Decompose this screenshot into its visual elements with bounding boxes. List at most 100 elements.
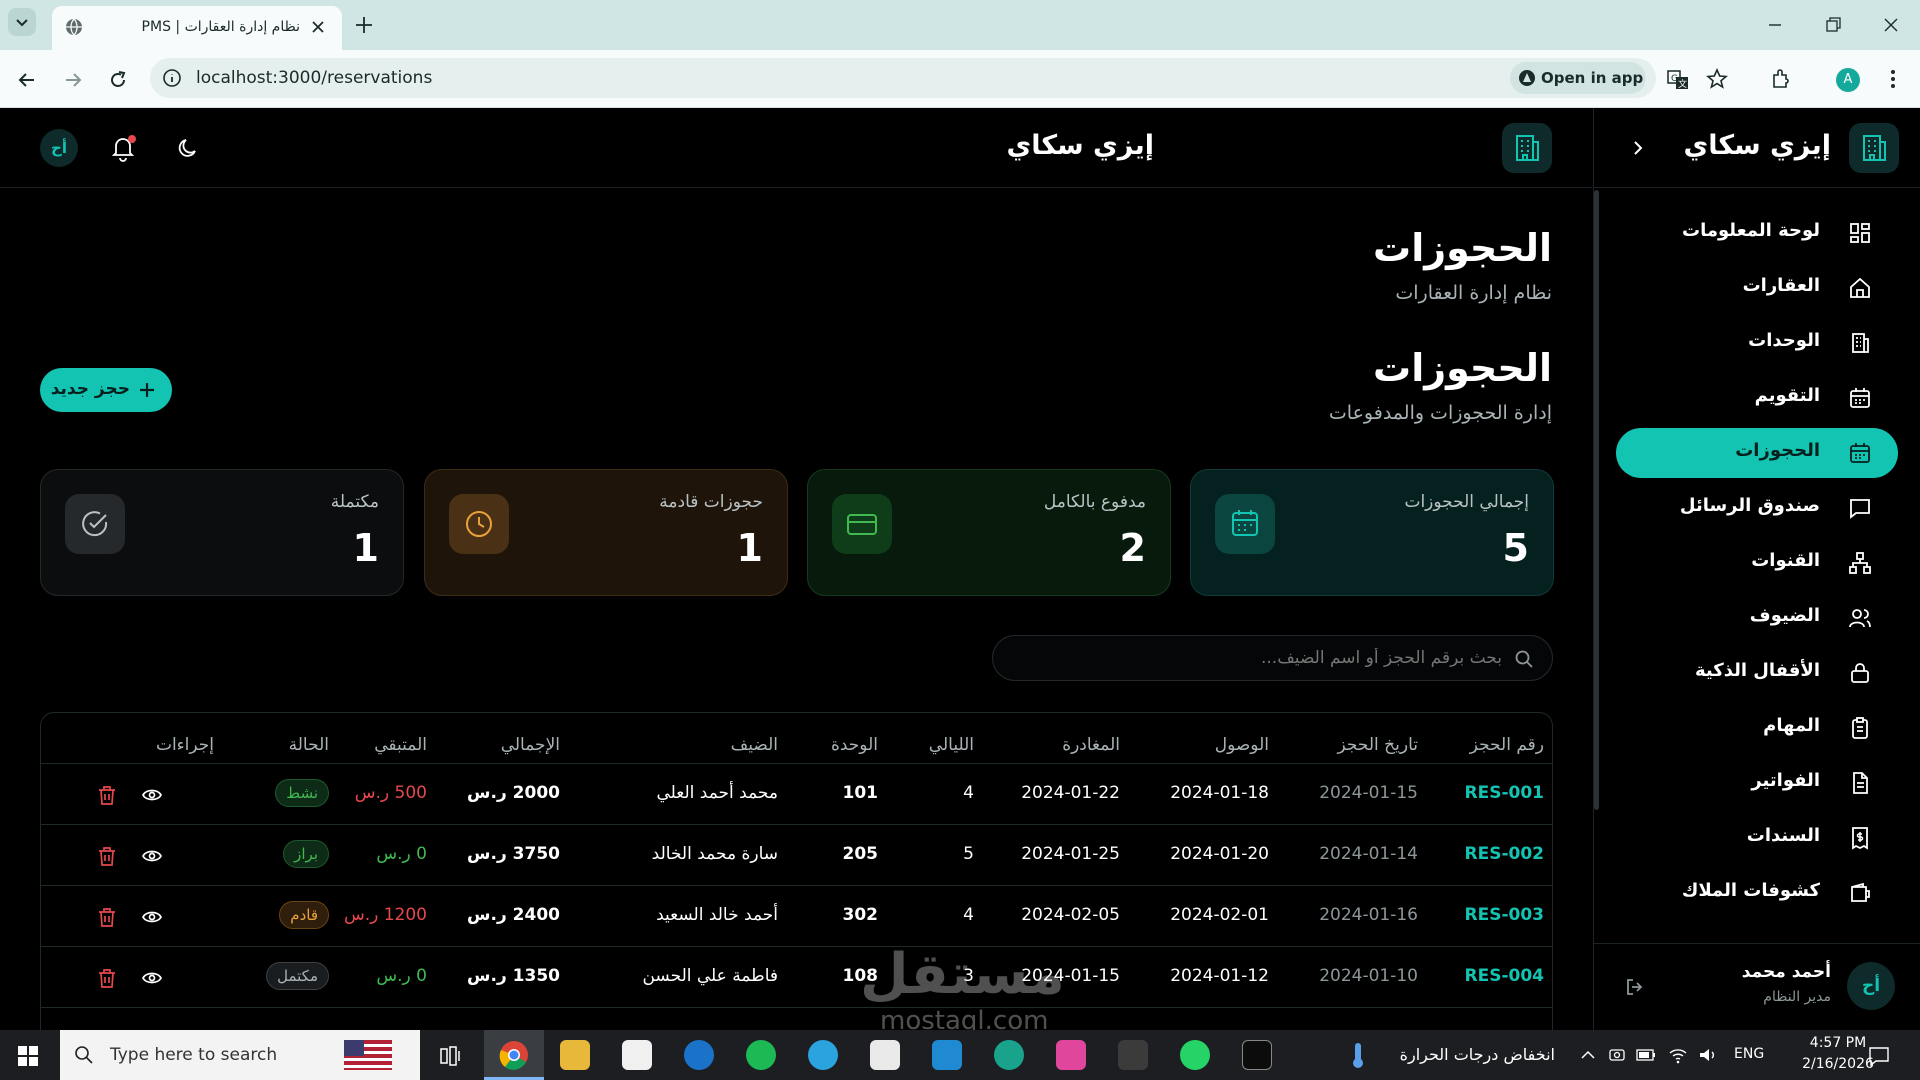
table-row[interactable]: RES-002 2024-01-14 2024-01-20 2024-01-25… <box>41 824 1552 885</box>
bell-icon[interactable] <box>110 134 136 162</box>
search-box[interactable] <box>992 635 1553 681</box>
translate-icon[interactable]: G文 <box>1666 68 1690 92</box>
sidebar-brand: إيزي سكاي <box>1683 130 1831 161</box>
sidebar-item-invoices[interactable]: الفواتير <box>1616 758 1898 808</box>
tab-search-button[interactable] <box>8 8 36 36</box>
reservation-id[interactable]: RES-004 <box>1465 966 1545 986</box>
sidebar-item-reservations[interactable]: الحجوزات <box>1616 428 1898 478</box>
active-tab[interactable]: نظام إدارة العقارات | PMS <box>52 6 342 50</box>
trash-icon[interactable] <box>96 906 118 928</box>
table-header: رقم الحجز تاريخ الحجز الوصول المغادرة ال… <box>41 713 1552 763</box>
sidebar-item-dashboard[interactable]: لوحة المعلومات <box>1616 208 1898 258</box>
search-icon <box>1515 650 1533 668</box>
cmd-icon[interactable] <box>1242 1040 1272 1070</box>
open-in-app-button[interactable]: Open in app <box>1510 62 1646 94</box>
sidebar-item-calendar[interactable]: التقويم <box>1616 373 1898 423</box>
chevron-up-icon[interactable] <box>1580 1048 1596 1062</box>
telegram-icon[interactable] <box>808 1040 838 1070</box>
reservation-id[interactable]: RES-001 <box>1465 783 1545 803</box>
booking-date: 2024-01-10 <box>1319 966 1418 986</box>
weather-text[interactable]: انخفاض درجات الحرارة <box>1385 1045 1555 1064</box>
user-avatar[interactable]: أح <box>40 129 78 167</box>
column-header: الوصول <box>1214 735 1269 755</box>
sidebar-item-properties[interactable]: العقارات <box>1616 263 1898 313</box>
dashboard-icon <box>1850 223 1870 243</box>
vscode-icon[interactable] <box>932 1040 962 1070</box>
stat-icon-box <box>65 494 125 554</box>
back-icon[interactable] <box>16 69 38 91</box>
extensions-icon[interactable] <box>1770 68 1792 90</box>
close-icon[interactable] <box>310 19 326 35</box>
logout-icon[interactable] <box>1624 976 1646 998</box>
store-icon[interactable] <box>622 1040 652 1070</box>
info-icon[interactable] <box>162 68 182 88</box>
moon-icon[interactable] <box>175 135 201 161</box>
language-indicator[interactable]: ENG <box>1734 1046 1764 1062</box>
reservation-id[interactable]: RES-003 <box>1465 905 1545 925</box>
table-row[interactable]: RES-003 2024-01-16 2024-02-01 2024-02-05… <box>41 885 1552 946</box>
wifi-icon[interactable] <box>1668 1046 1688 1064</box>
sidebar-item-tasks[interactable]: المهام <box>1616 703 1898 753</box>
reservation-id[interactable]: RES-002 <box>1465 844 1545 864</box>
volume-icon[interactable] <box>1698 1046 1718 1064</box>
eye-icon[interactable] <box>141 967 163 989</box>
color-app-icon[interactable] <box>1056 1040 1086 1070</box>
network-icon <box>1849 552 1871 574</box>
reload-icon[interactable] <box>107 69 129 91</box>
remaining-amount: 1200 ر.س <box>343 905 427 925</box>
eye-icon[interactable] <box>141 845 163 867</box>
trash-icon[interactable] <box>96 845 118 867</box>
sidebar-item-owner-statements[interactable]: كشوفات الملاك <box>1616 868 1898 918</box>
table-row[interactable] <box>41 1007 1552 1030</box>
profile-avatar[interactable]: A <box>1836 68 1860 92</box>
notepad-icon[interactable] <box>870 1040 900 1070</box>
new-tab-icon[interactable] <box>354 15 374 35</box>
outlook-icon[interactable] <box>684 1040 714 1070</box>
unit: 101 <box>842 783 879 803</box>
table-row[interactable]: RES-001 2024-01-15 2024-01-18 2024-01-22… <box>41 763 1552 824</box>
sidebar-item-inbox[interactable]: صندوق الرسائل <box>1616 483 1898 533</box>
sidebar-item-guests[interactable]: الضيوف <box>1616 593 1898 643</box>
file-explorer-icon[interactable] <box>560 1040 590 1070</box>
sidebar-item-vouchers[interactable]: السندات <box>1616 813 1898 863</box>
chrome-icon[interactable] <box>499 1040 529 1070</box>
new-reservation-button[interactable]: حجز جديد <box>40 368 172 412</box>
chevron-right-icon[interactable] <box>1628 138 1648 158</box>
file-icon <box>1853 772 1868 794</box>
trash-icon[interactable] <box>96 967 118 989</box>
arrival-date: 2024-01-18 <box>1170 783 1269 803</box>
search-input[interactable] <box>1022 644 1502 672</box>
whatsapp-icon[interactable] <box>1180 1040 1210 1070</box>
trash-icon[interactable] <box>96 784 118 806</box>
forward-icon[interactable] <box>62 69 84 91</box>
sidebar-item-units[interactable]: الوحدات <box>1616 318 1898 368</box>
main-scrollbar[interactable] <box>1594 190 1599 810</box>
taskbar-search[interactable]: Type here to search <box>60 1030 420 1080</box>
flag-icon <box>344 1040 392 1070</box>
sidebar-item-channels[interactable]: القنوات <box>1616 538 1898 588</box>
windows-start-icon[interactable] <box>17 1045 39 1067</box>
sidebar: إيزي سكاي لوحة المعلومات العقارات الوحدا… <box>1593 108 1920 1030</box>
window-close-icon[interactable] <box>1881 15 1901 35</box>
task-view-icon[interactable] <box>440 1045 462 1067</box>
address-bar[interactable]: localhost:3000/reservations Open in app <box>150 58 1656 98</box>
eye-icon[interactable] <box>141 784 163 806</box>
battery-icon[interactable] <box>1636 1047 1656 1063</box>
star-icon[interactable] <box>1706 68 1728 90</box>
menu-dots-icon[interactable] <box>1883 68 1903 90</box>
search-icon <box>75 1046 93 1064</box>
table-row[interactable]: RES-004 2024-01-10 2024-01-12 2024-01-15… <box>41 946 1552 1007</box>
notification-icon[interactable] <box>1868 1045 1890 1067</box>
user-avatar[interactable]: أح <box>1847 962 1895 1010</box>
camera-icon[interactable] <box>1608 1046 1626 1064</box>
sidebar-item-label: التقويم <box>1754 385 1820 406</box>
restore-icon[interactable] <box>1823 15 1843 35</box>
stat-icon-box <box>1215 494 1275 554</box>
terminal-icon[interactable] <box>1118 1040 1148 1070</box>
eye-icon[interactable] <box>141 906 163 928</box>
spotify-icon[interactable] <box>746 1040 776 1070</box>
edge-icon[interactable] <box>994 1040 1024 1070</box>
sidebar-item-smart-locks[interactable]: الأقفال الذكية <box>1616 648 1898 698</box>
users-icon <box>1849 609 1871 628</box>
minimize-icon[interactable] <box>1765 15 1785 35</box>
